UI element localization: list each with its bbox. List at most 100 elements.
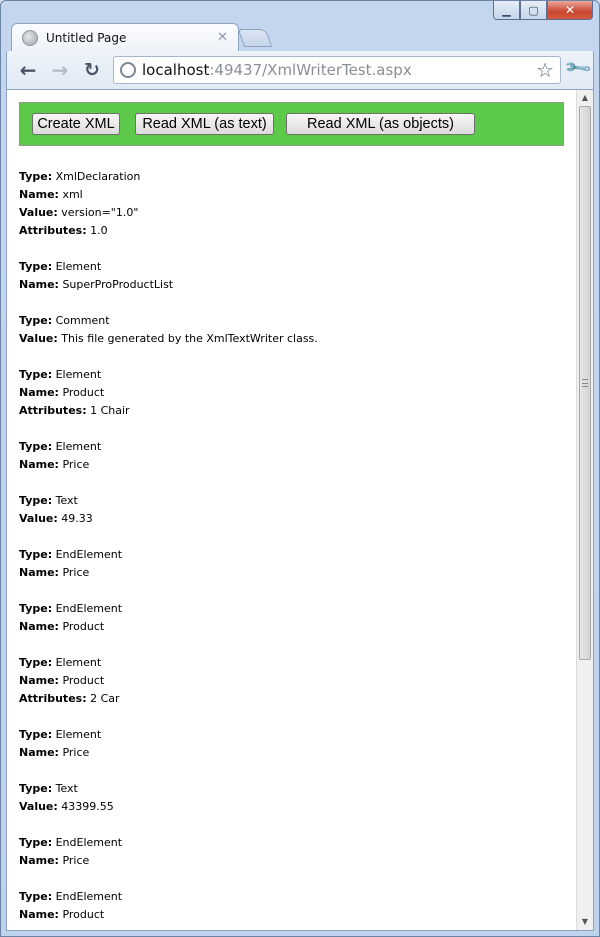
back-arrow-icon[interactable]: ← xyxy=(17,59,39,81)
node-name-line: Name: Product xyxy=(19,384,569,402)
node-type-value: XmlDeclaration xyxy=(55,170,141,183)
node-type-label: Type: xyxy=(19,368,53,381)
xml-node-entry: Type: EndElement Name: Price xyxy=(19,834,569,870)
grip-icon xyxy=(582,379,588,387)
node-name-label: Name: xyxy=(19,908,59,921)
scroll-thumb[interactable] xyxy=(579,106,591,660)
xml-node-entry: Type: Comment Value: This file generated … xyxy=(19,312,569,348)
node-name-value: Price xyxy=(62,746,90,759)
node-type-label: Type: xyxy=(19,656,53,669)
xml-node-entry: Type: EndElement Name: Price xyxy=(19,546,569,582)
node-name-value: SuperProProductList xyxy=(62,278,174,291)
node-type-value: EndElement xyxy=(55,836,123,849)
xml-node-entry: Type: Element Name: Price xyxy=(19,726,569,762)
node-value-label: Value: xyxy=(19,206,58,219)
node-value-label: Value: xyxy=(19,512,58,525)
read-xml-text-button[interactable]: Read XML (as text) xyxy=(135,113,274,135)
node-type-line: Type: Element xyxy=(19,366,569,384)
xml-node-entry: Type: EndElement Name: Product xyxy=(19,600,569,636)
node-value-line: Value: version="1.0" xyxy=(19,204,569,222)
new-tab-button[interactable] xyxy=(237,29,273,47)
xml-node-entry: Type: Text Value: 43399.55 xyxy=(19,780,569,816)
node-type-label: Type: xyxy=(19,440,53,453)
node-value-label: Value: xyxy=(19,332,58,345)
node-value-line: Value: This file generated by the XmlTex… xyxy=(19,330,569,348)
node-name-label: Name: xyxy=(19,746,59,759)
node-name-value: Product xyxy=(62,674,105,687)
page-viewport: Create XML Read XML (as text) Read XML (… xyxy=(6,89,594,931)
node-type-value: Element xyxy=(55,656,102,669)
xml-node-entry: Type: Text Value: 49.33 xyxy=(19,492,569,528)
xml-node-list: Type: XmlDeclaration Name: xml Value: vers… xyxy=(19,168,569,924)
create-xml-button[interactable]: Create XML xyxy=(32,113,120,135)
forward-arrow-icon[interactable]: → xyxy=(49,59,71,81)
node-name-line: Name: Price xyxy=(19,744,569,762)
xml-node-entry: Type: Element Name: Product Attributes: 1 … xyxy=(19,366,569,420)
scroll-down-icon[interactable]: ▼ xyxy=(577,914,593,930)
node-name-value: Product xyxy=(62,386,105,399)
node-name-label: Name: xyxy=(19,566,59,579)
node-attributes-label: Attributes: xyxy=(19,404,87,417)
browser-toolbar: ← → ↻ localhost:49437/XmlWriterTest.aspx… xyxy=(6,51,594,89)
node-type-label: Type: xyxy=(19,260,53,273)
button-bar: Create XML Read XML (as text) Read XML (… xyxy=(19,102,564,146)
page-content: Create XML Read XML (as text) Read XML (… xyxy=(19,102,569,930)
address-bar[interactable]: localhost:49437/XmlWriterTest.aspx ☆ xyxy=(113,56,561,84)
xml-node-entry: Type: Element Name: Product Attributes: 2 … xyxy=(19,654,569,708)
node-attributes-line: Attributes: 2 Car xyxy=(19,690,569,708)
browser-window: ▁ ▢ ✕ Untitled Page ✕ ← → ↻ localhost:49… xyxy=(0,0,600,937)
wrench-icon[interactable]: 🔧 xyxy=(563,53,594,83)
node-name-label: Name: xyxy=(19,278,59,291)
node-type-value: Comment xyxy=(55,314,110,327)
tab-title: Untitled Page xyxy=(46,30,127,45)
node-type-value: Element xyxy=(55,728,102,741)
node-type-label: Type: xyxy=(19,728,53,741)
tab-close-icon[interactable]: ✕ xyxy=(217,30,228,45)
node-type-label: Type: xyxy=(19,548,53,561)
node-type-label: Type: xyxy=(19,170,53,183)
xml-node-entry: Type: Element Name: SuperProProductList xyxy=(19,258,569,294)
read-xml-objects-button[interactable]: Read XML (as objects) xyxy=(286,113,475,135)
xml-node-entry: Type: Element Name: Price xyxy=(19,438,569,474)
node-type-line: Type: EndElement xyxy=(19,834,569,852)
close-icon[interactable]: ✕ xyxy=(547,1,593,20)
node-value-value: version="1.0" xyxy=(61,206,139,219)
maximize-icon[interactable]: ▢ xyxy=(520,1,547,20)
reload-icon[interactable]: ↻ xyxy=(81,59,103,81)
url-host: localhost xyxy=(142,61,210,79)
vertical-scrollbar[interactable]: ▲ ▼ xyxy=(576,90,593,930)
node-name-value: Price xyxy=(62,458,90,471)
bookmark-star-icon[interactable]: ☆ xyxy=(536,58,554,82)
node-name-line: Name: xml xyxy=(19,186,569,204)
node-type-value: EndElement xyxy=(55,548,123,561)
node-name-label: Name: xyxy=(19,620,59,633)
browser-tab[interactable]: Untitled Page ✕ xyxy=(11,23,239,51)
node-type-line: Type: Text xyxy=(19,492,569,510)
node-type-line: Type: Comment xyxy=(19,312,569,330)
minimize-icon[interactable]: ▁ xyxy=(493,1,520,20)
scroll-up-icon[interactable]: ▲ xyxy=(577,90,593,106)
node-value-line: Value: 43399.55 xyxy=(19,798,569,816)
node-attributes-line: Attributes: 1.0 xyxy=(19,222,569,240)
node-value-value: 43399.55 xyxy=(61,800,114,813)
node-name-label: Name: xyxy=(19,188,59,201)
node-name-value: Product xyxy=(62,908,105,921)
node-type-value: Text xyxy=(55,782,78,795)
node-name-line: Name: SuperProProductList xyxy=(19,276,569,294)
page-icon xyxy=(120,62,136,78)
node-name-value: Price xyxy=(62,854,90,867)
node-name-line: Name: Price xyxy=(19,852,569,870)
node-name-line: Name: Price xyxy=(19,456,569,474)
node-type-value: Element xyxy=(55,260,102,273)
globe-icon xyxy=(22,29,38,46)
node-type-line: Type: XmlDeclaration xyxy=(19,168,569,186)
node-attributes-value: 1 Chair xyxy=(90,404,130,417)
url-text[interactable]: localhost:49437/XmlWriterTest.aspx xyxy=(142,61,412,79)
node-type-value: Element xyxy=(55,368,102,381)
xml-node-entry: Type: XmlDeclaration Name: xml Value: vers… xyxy=(19,168,569,240)
node-type-value: Text xyxy=(55,494,78,507)
node-name-line: Name: Price xyxy=(19,564,569,582)
node-type-line: Type: Element xyxy=(19,726,569,744)
node-name-value: xml xyxy=(62,188,83,201)
node-name-label: Name: xyxy=(19,458,59,471)
